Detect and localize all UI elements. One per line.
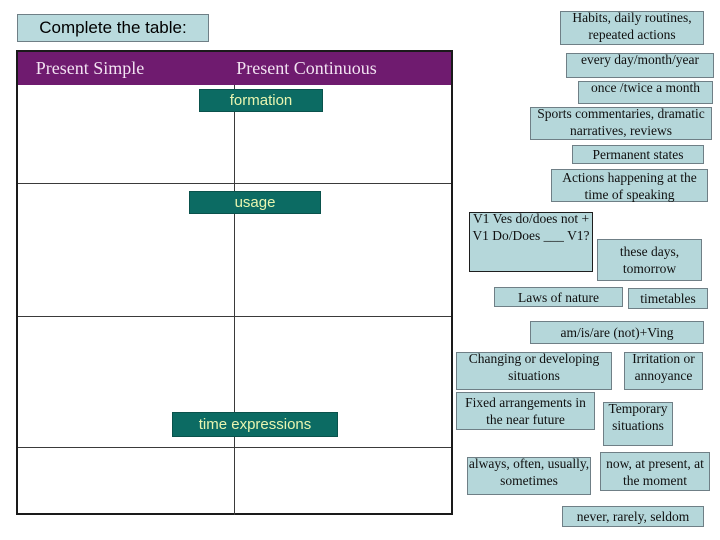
answer-card-text: am/is/are (not)+Ving xyxy=(560,325,674,340)
answer-card-never-rarely[interactable]: never, rarely, seldom xyxy=(562,506,704,527)
answer-card-always-often[interactable]: always, often, usually, sometimes xyxy=(467,456,591,495)
answer-card-text: Temporary situations xyxy=(608,401,668,433)
comparison-table: Present Simple Present Continuous xyxy=(16,50,453,515)
answer-card-text: Actions happening at the time of speakin… xyxy=(562,169,697,202)
slide-canvas: Complete the table: Present Simple Prese… xyxy=(0,0,720,540)
answer-card-laws-of-nature[interactable]: Laws of nature xyxy=(494,287,623,307)
row-label-usage: usage xyxy=(189,191,321,214)
answer-card-present-continuous-formation[interactable]: am/is/are (not)+Ving xyxy=(530,321,704,344)
answer-card-text: Sports commentaries, dramatic narratives… xyxy=(537,106,705,138)
answer-card-text: these days, tomorrow xyxy=(619,244,680,276)
answer-card-now-at-present[interactable]: now, at present, at the moment xyxy=(600,452,710,491)
answer-card-changing-situations[interactable]: Changing or developing situations xyxy=(456,351,612,390)
answer-card-every[interactable]: every day/month/year xyxy=(566,52,714,78)
answer-card-text: Habits, daily routines, repeated actions xyxy=(572,10,692,42)
row-label-time-expressions: time expressions xyxy=(172,412,338,437)
answer-card-text: Fixed arrangements in the near future xyxy=(465,395,586,427)
answer-card-text: Laws of nature xyxy=(518,289,599,305)
answer-card-text: Changing or developing situations xyxy=(468,351,600,383)
row-label-text: time expressions xyxy=(198,416,312,433)
answer-card-permanent-states[interactable]: Permanent states xyxy=(572,145,704,164)
answer-card-temporary-situations[interactable]: Temporary situations xyxy=(603,401,673,446)
answer-card-present-simple-formation[interactable]: V1 Ves do/does not + V1 Do/Does ___ V1? xyxy=(469,211,593,272)
answer-card-fixed-arrangements[interactable]: Fixed arrangements in the near future xyxy=(456,392,595,430)
answer-card-text: Permanent states xyxy=(592,147,684,162)
table-row-divider xyxy=(18,183,451,184)
answer-card-these-days[interactable]: these days, tomorrow xyxy=(597,239,702,281)
answer-card-irritation[interactable]: Irritation or annoyance xyxy=(624,351,703,390)
table-column-divider xyxy=(234,85,235,515)
column-header-label: Present Simple xyxy=(35,58,145,78)
answer-card-actions-happening[interactable]: Actions happening at the time of speakin… xyxy=(551,169,708,202)
prompt-box: Complete the table: xyxy=(17,14,209,42)
prompt-label: Complete the table: xyxy=(39,18,187,37)
answer-card-text: always, often, usually, sometimes xyxy=(468,456,590,488)
answer-card-habits[interactable]: Habits, daily routines, repeated actions xyxy=(560,10,704,45)
column-header-label: Present Continuous xyxy=(236,58,377,78)
column-header-present-simple: Present Simple xyxy=(18,52,162,85)
answer-card-text: timetables xyxy=(640,291,696,306)
answer-card-text: V1 Ves do/does not + V1 Do/Does ___ V1? xyxy=(472,211,590,243)
answer-card-text: once /twice a month xyxy=(590,80,701,95)
table-row-divider xyxy=(18,316,451,317)
answer-card-text: every day/month/year xyxy=(580,52,700,67)
row-label-formation: formation xyxy=(199,89,323,112)
column-header-present-continuous: Present Continuous xyxy=(162,52,451,85)
answer-card-text: Irritation or annoyance xyxy=(632,351,695,383)
answer-card-timetables[interactable]: timetables xyxy=(628,288,708,309)
row-label-text: usage xyxy=(234,194,276,211)
answer-card-text: now, at present, at the moment xyxy=(606,455,704,488)
answer-card-sports[interactable]: Sports commentaries, dramatic narratives… xyxy=(530,106,712,140)
table-header-row: Present Simple Present Continuous xyxy=(18,52,451,85)
table-row-divider xyxy=(18,447,451,448)
row-label-text: formation xyxy=(229,92,293,109)
answer-card-text: never, rarely, seldom xyxy=(576,509,690,524)
answer-card-once[interactable]: once /twice a month xyxy=(578,80,713,104)
